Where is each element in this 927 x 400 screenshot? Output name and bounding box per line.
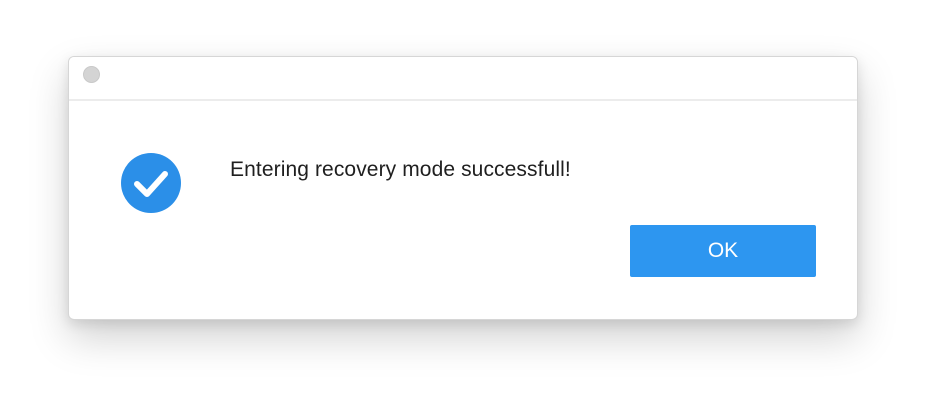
ok-button[interactable]: OK [630, 225, 816, 277]
window-close-button[interactable] [83, 66, 100, 83]
dialog-message: Entering recovery mode successfull! [230, 158, 571, 181]
checkmark-circle-icon [121, 153, 181, 213]
dialog-titlebar [69, 57, 857, 101]
screen: Entering recovery mode successfull! OK [0, 0, 927, 400]
recovery-success-dialog: Entering recovery mode successfull! OK [68, 56, 858, 320]
